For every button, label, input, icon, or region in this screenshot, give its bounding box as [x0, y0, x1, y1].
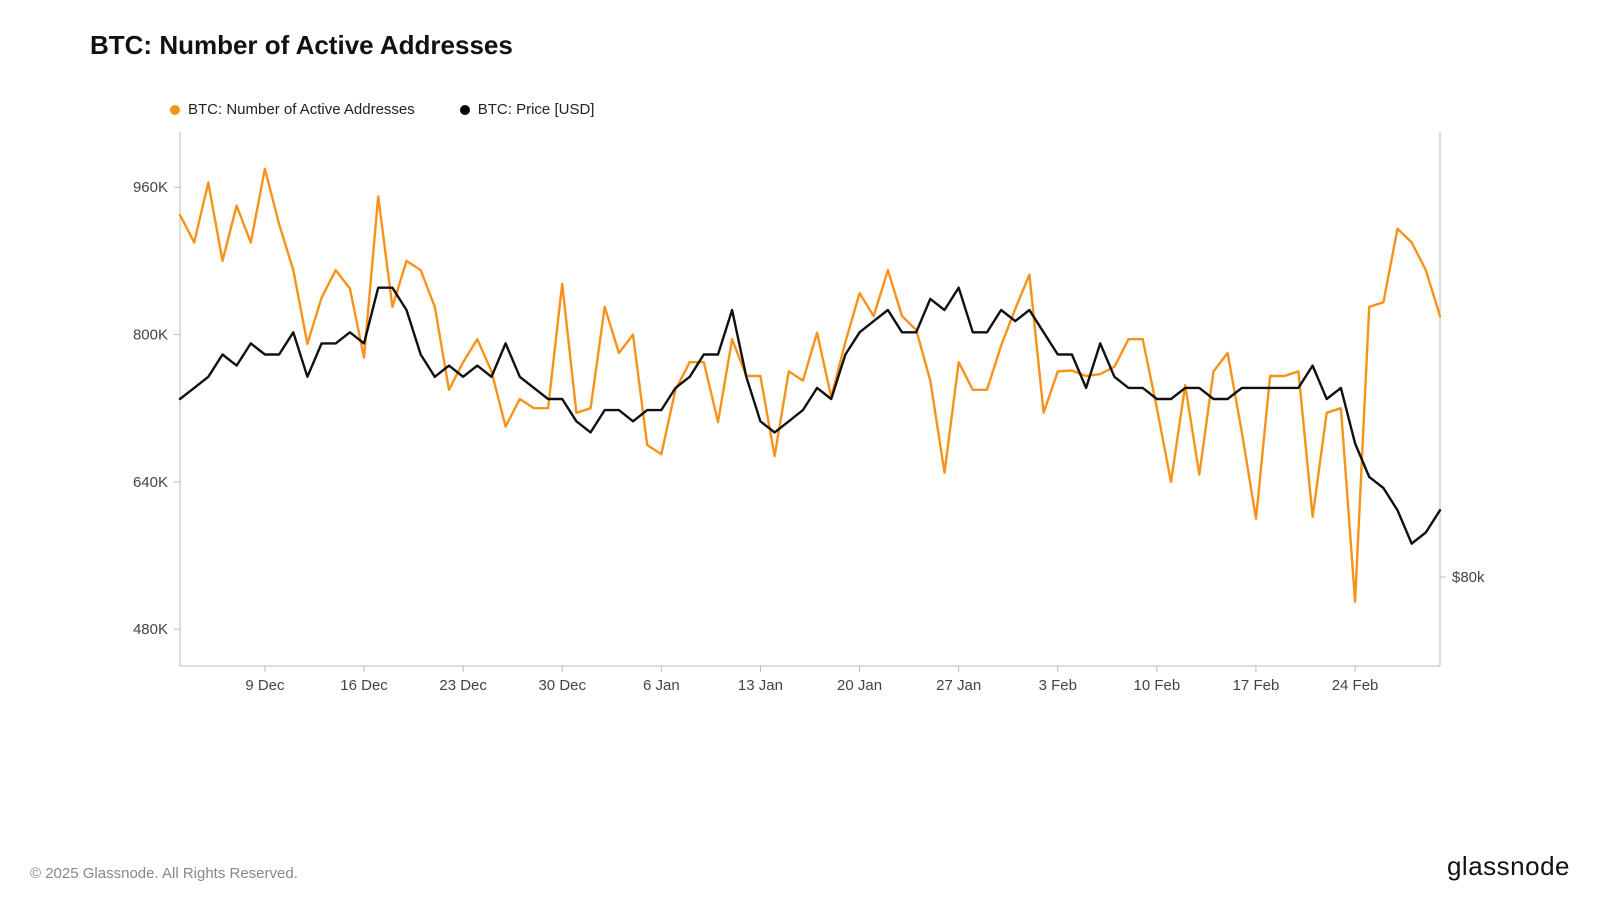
svg-text:960K: 960K — [133, 179, 168, 196]
svg-text:17 Feb: 17 Feb — [1233, 677, 1280, 694]
svg-text:800K: 800K — [133, 327, 168, 344]
svg-text:23 Dec: 23 Dec — [439, 677, 487, 694]
svg-text:10 Feb: 10 Feb — [1134, 677, 1181, 694]
legend-item-active-addresses: BTC: Number of Active Addresses — [170, 101, 415, 118]
svg-text:$80k: $80k — [1452, 569, 1485, 586]
chart-legend: BTC: Number of Active Addresses BTC: Pri… — [170, 101, 1520, 118]
svg-text:480K: 480K — [133, 621, 168, 638]
svg-text:9 Dec: 9 Dec — [245, 677, 285, 694]
legend-item-price: BTC: Price [USD] — [460, 101, 595, 118]
svg-text:16 Dec: 16 Dec — [340, 677, 388, 694]
svg-text:20 Jan: 20 Jan — [837, 677, 882, 694]
legend-dot-icon — [460, 105, 470, 115]
copyright-text: © 2025 Glassnode. All Rights Reserved. — [30, 865, 298, 882]
chart-title: BTC: Number of Active Addresses — [90, 30, 1520, 61]
svg-text:30 Dec: 30 Dec — [538, 677, 586, 694]
chart-svg: 480K 640K 800K 960K $80k 9 Dec 16 Dec 23 Dec 30 … — [90, 126, 1500, 706]
svg-text:27 Jan: 27 Jan — [936, 677, 981, 694]
legend-dot-icon — [170, 105, 180, 115]
svg-text:3 Feb: 3 Feb — [1039, 677, 1077, 694]
svg-text:24 Feb: 24 Feb — [1332, 677, 1379, 694]
chart-plot-area: 480K 640K 800K 960K $80k 9 Dec 16 Dec 23 Dec 30 … — [90, 126, 1500, 706]
legend-label: BTC: Number of Active Addresses — [188, 101, 415, 118]
brand-logo: glassnode — [1447, 851, 1570, 882]
legend-label: BTC: Price [USD] — [478, 101, 595, 118]
svg-text:640K: 640K — [133, 474, 168, 491]
svg-text:13 Jan: 13 Jan — [738, 677, 783, 694]
svg-text:6 Jan: 6 Jan — [643, 677, 680, 694]
